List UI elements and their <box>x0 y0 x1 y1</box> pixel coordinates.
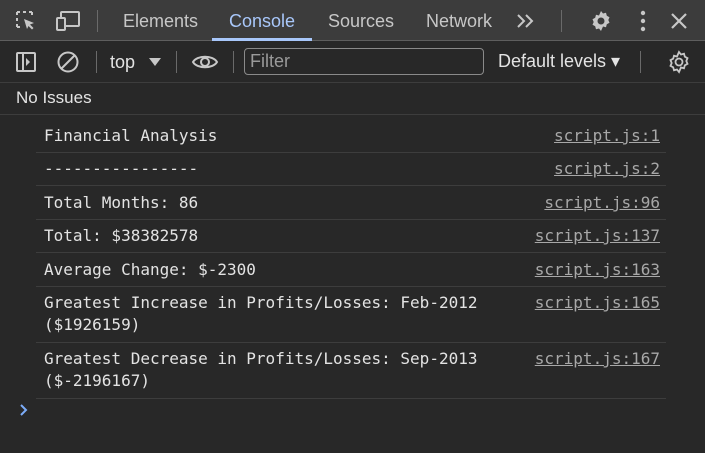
sidebar-icon[interactable] <box>15 51 37 73</box>
row-divider <box>36 152 666 153</box>
log-source-link[interactable]: script.js:167 <box>535 348 660 370</box>
live-expression-icon[interactable] <box>191 52 219 72</box>
devtools-tabbar: Elements Console Sources Network <box>0 0 705 41</box>
log-source-link[interactable]: script.js:1 <box>554 125 660 147</box>
chevron-down-icon[interactable] <box>148 57 162 67</box>
toolbar-divider <box>176 51 177 73</box>
log-source-link[interactable]: script.js:163 <box>535 259 660 281</box>
log-message: ---------------- <box>44 159 199 178</box>
tabbar-divider <box>561 10 562 32</box>
tab-sources[interactable]: Sources <box>328 0 394 40</box>
log-message: Average Change: $-2300 <box>44 260 256 279</box>
tab-network[interactable]: Network <box>426 0 492 40</box>
log-message: Total: $38382578 <box>44 226 199 245</box>
log-message: Financial Analysis <box>44 126 218 145</box>
tab-elements[interactable]: Elements <box>123 0 198 40</box>
prompt-chevron-icon[interactable] <box>18 402 30 418</box>
log-source-link[interactable]: script.js:96 <box>544 192 660 214</box>
clear-console-icon[interactable] <box>56 50 80 74</box>
log-source-link[interactable]: script.js:165 <box>535 292 660 314</box>
context-selector[interactable]: top <box>110 52 135 73</box>
log-levels-dropdown[interactable]: Default levels ▾ <box>498 51 620 72</box>
row-divider <box>36 342 666 343</box>
more-options-icon[interactable] <box>637 10 649 32</box>
log-message: Greatest Increase in Profits/Losses: Feb… <box>44 293 478 334</box>
row-divider <box>36 219 666 220</box>
more-tabs-icon[interactable] <box>515 12 537 30</box>
row-divider <box>36 398 666 399</box>
row-divider <box>36 185 666 186</box>
tab-console[interactable]: Console <box>229 0 295 40</box>
issues-bar: No Issues <box>0 83 705 115</box>
log-source-link[interactable]: script.js:137 <box>535 225 660 247</box>
filter-input[interactable] <box>244 48 484 75</box>
tabbar-divider <box>97 10 98 32</box>
row-divider <box>36 252 666 253</box>
inspect-element-icon[interactable] <box>14 9 38 33</box>
settings-icon[interactable] <box>589 9 613 33</box>
issues-status[interactable]: No Issues <box>16 88 92 108</box>
console-settings-icon[interactable] <box>667 50 691 74</box>
device-toolbar-icon[interactable] <box>56 10 82 32</box>
toolbar-divider <box>233 51 234 73</box>
log-message: Greatest Decrease in Profits/Losses: Sep… <box>44 349 478 390</box>
toolbar-divider <box>96 51 97 73</box>
close-icon[interactable] <box>670 12 688 30</box>
row-divider <box>36 286 666 287</box>
log-message: Total Months: 86 <box>44 193 199 212</box>
log-source-link[interactable]: script.js:2 <box>554 158 660 180</box>
toolbar-divider <box>640 51 641 73</box>
